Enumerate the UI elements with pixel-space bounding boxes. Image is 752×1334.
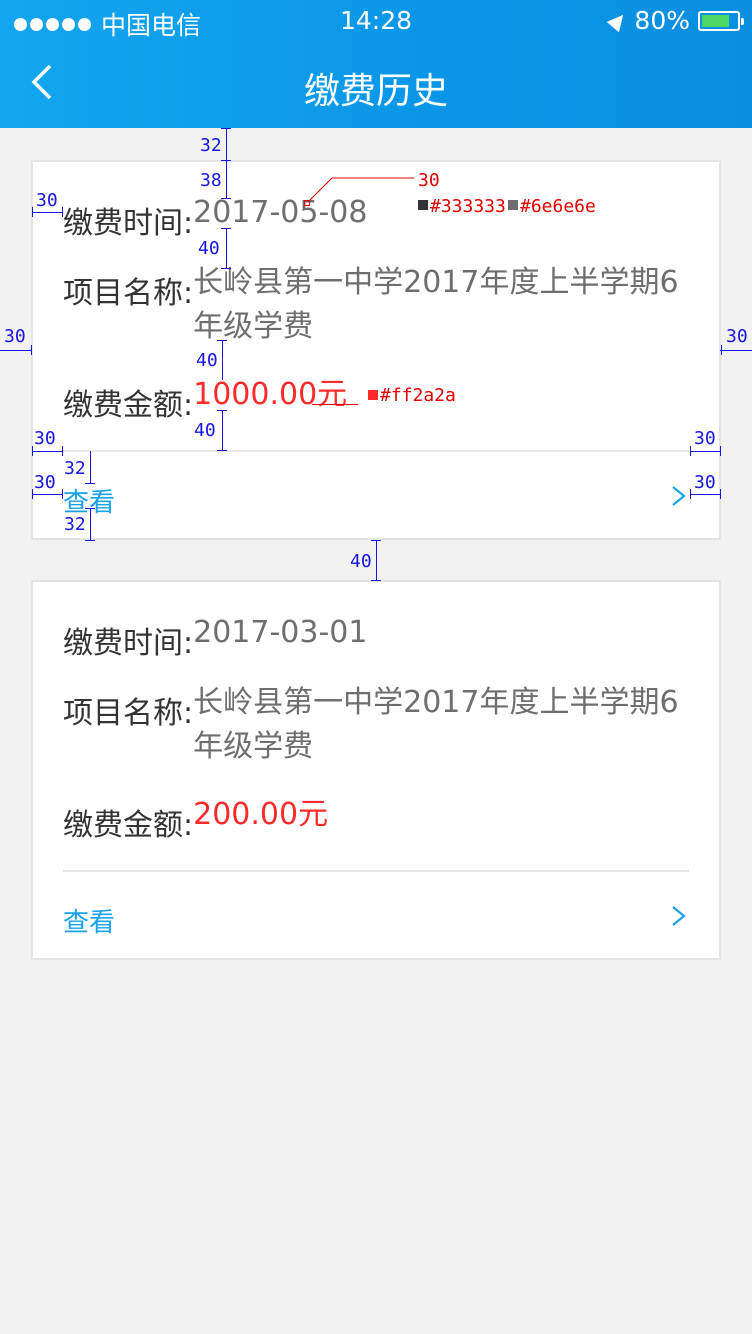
chevron-right-icon[interactable] [669,484,689,508]
color-label: #ff2a2a [380,385,456,406]
spacing-label: 30 [4,326,26,347]
battery-icon [698,10,744,31]
annotation-tick [32,207,33,217]
divider [63,870,689,872]
annotation-line [226,128,227,160]
project-name-label: 项目名称: [63,276,194,311]
annotation-tick [31,345,32,355]
status-right: 80% [607,6,744,35]
annotation-tick [721,345,722,355]
spacing-label: 30 [694,428,716,449]
project-name: 长岭县第一中学2017年度上半学期6 年级学费 [193,265,679,344]
battery-percent: 80% [634,6,690,35]
spacing-label: 38 [200,170,222,191]
annotation-tick [85,540,95,541]
annotation-line [376,540,377,580]
project-name-row: 项目名称: 长岭县第一中学2017年度上半学期6 年级学费 [63,265,679,349]
color-swatch [368,390,378,400]
annotation-tick [720,446,721,456]
status-bar: 中国电信 14:28 80% [0,0,752,40]
annotation-line [690,494,720,495]
annotation-tick [32,446,33,456]
annotation-tick [371,540,381,541]
spacing-label: 40 [196,350,218,371]
payment-card: 缴费时间: 2017-05-08 项目名称: 长岭县第一中学2017年度上半学期… [31,160,721,540]
project-name-label: 项目名称: [63,696,194,731]
payment-date: 2017-03-01 [193,615,368,650]
annotation-tick [85,508,95,509]
project-name-row: 项目名称: 长岭县第一中学2017年度上半学期6 年级学费 [63,685,679,769]
annotation-line [90,451,91,483]
spacing-label: 30 [34,428,56,449]
payment-time-label: 缴费时间: [63,626,194,661]
annotation-line [226,228,227,268]
spacing-label: 32 [64,458,86,479]
payment-amount-row: 缴费金额: 200.00元 [63,797,328,844]
chevron-right-icon[interactable] [669,904,689,928]
annotation-line [690,451,720,452]
spacing-label: 30 [694,472,716,493]
annotation-leader [307,177,414,203]
payment-amount: 1000.00元 [193,377,348,412]
payment-amount: 200.00元 [193,797,329,832]
payment-time-row: 缴费时间: 2017-03-01 [63,615,367,662]
annotation-line [32,212,62,213]
location-arrow-icon [607,9,630,32]
annotation-tick [720,489,721,499]
spacing-label: 30 [36,190,58,211]
spacing-label: 40 [350,551,372,572]
font-size-label: 30 [418,170,440,191]
view-link[interactable]: 查看 [63,902,115,939]
annotation-tick [85,483,95,484]
payment-amount-label: 缴费金额: [63,388,194,423]
annotation-line [32,451,62,452]
annotation-tick [221,198,231,199]
annotation-tick [62,207,63,217]
divider [63,450,689,452]
payment-card: 缴费时间: 2017-03-01 项目名称: 长岭县第一中学2017年度上半学期… [31,580,721,960]
payment-amount-label: 缴费金额: [63,808,194,843]
annotation-line [32,494,62,495]
annotation-tick [221,228,231,229]
spacing-label: 30 [34,472,56,493]
app-header: 中国电信 14:28 80% 缴费历史 [0,0,752,128]
payment-time-row: 缴费时间: 2017-05-08 [63,195,367,242]
annotation-line [0,350,32,351]
annotation-tick [217,340,227,341]
annotation-tick [221,268,231,269]
color-swatch [418,200,428,210]
page-title: 缴费历史 [303,71,448,112]
spacing-label: 40 [198,238,220,259]
annotation-tick [62,446,63,456]
color-swatch [508,200,518,210]
project-name: 长岭县第一中学2017年度上半学期6 年级学费 [193,685,679,764]
annotation-line [90,508,91,540]
annotation-tick [371,580,381,581]
color-label: #333333 [430,196,506,217]
annotation-line [226,160,227,198]
annotation-tick [690,446,691,456]
spacing-label: 30 [726,326,748,347]
spacing-label: 40 [194,420,216,441]
payment-amount-row: 缴费金额: 1000.00元 [63,377,347,424]
annotation-tick [221,128,231,129]
payment-time-label: 缴费时间: [63,206,194,241]
spacing-label: 32 [200,135,222,156]
annotation-tick [690,489,691,499]
annotation-tick [217,410,227,411]
annotation-line [222,340,223,380]
annotation-tick [62,489,63,499]
color-label: #6e6e6e [520,196,596,217]
annotation-line [312,404,358,405]
annotation-line [720,350,752,351]
annotation-tick [217,450,227,451]
spacing-label: 32 [64,514,86,535]
annotation-line [222,410,223,450]
annotation-tick [32,489,33,499]
